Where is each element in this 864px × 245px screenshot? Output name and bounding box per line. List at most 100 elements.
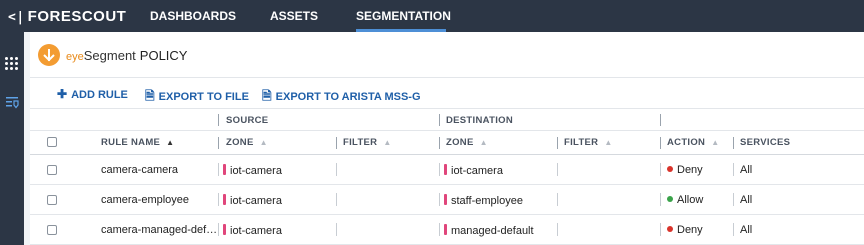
cell-separator — [439, 193, 440, 206]
segmentation-policy-icon[interactable] — [5, 95, 19, 109]
export-to-arista-button[interactable]: 🗎 EXPORT TO ARISTA MSS-G — [262, 87, 421, 108]
row-checkbox[interactable] — [47, 195, 57, 205]
source-zone-cell: iot-camera — [223, 164, 282, 177]
page-header: eyeSegment POLICY — [30, 32, 864, 78]
source-zone-cell: iot-camera — [223, 224, 282, 237]
plus-icon: ✚ — [57, 87, 68, 101]
cell-separator — [557, 163, 558, 176]
deny-status-dot — [667, 226, 673, 232]
action-cell: Deny — [667, 164, 703, 176]
cell-separator — [336, 223, 337, 236]
logo-text: FORESCOUT — [27, 8, 127, 25]
forescout-logo[interactable]: <| FORESCOUT — [8, 8, 126, 25]
sort-icon: ▲ — [383, 138, 392, 147]
sort-ascending-icon: ▲ — [166, 138, 175, 147]
apps-grid-icon[interactable] — [5, 57, 19, 71]
zone-color-marker — [223, 194, 226, 205]
cell-separator — [733, 163, 734, 176]
table-row[interactable]: camera-employee iot-camera staff-employe… — [30, 185, 864, 215]
destination-zone-header-label: ZONE — [446, 137, 474, 148]
row-checkbox[interactable] — [47, 225, 57, 235]
zone-color-marker — [444, 164, 447, 175]
column-separator — [336, 137, 337, 149]
services-cell: All — [740, 224, 753, 236]
row-checkbox[interactable] — [47, 165, 57, 175]
destination-filter-column-header[interactable]: FILTER ▲ — [564, 137, 613, 148]
select-all-checkbox[interactable] — [47, 137, 57, 147]
rule-name-cell: camera-camera — [101, 164, 179, 176]
cell-separator — [218, 193, 219, 206]
top-navigation-bar: <| FORESCOUT DASHBOARDS ASSETS SEGMENTATI… — [0, 0, 864, 32]
sort-icon: ▲ — [259, 138, 268, 147]
source-zone-value: iot-camera — [230, 165, 282, 177]
column-separator — [557, 137, 558, 149]
destination-filter-header-label: FILTER — [564, 137, 599, 148]
action-value: Deny — [677, 224, 703, 236]
column-separator — [660, 137, 661, 149]
action-header-label: ACTION — [667, 137, 706, 148]
column-header-row: RULE NAME ▲ ZONE ▲ FILTER ▲ ZONE ▲ FILTER ▲ A… — [30, 130, 864, 155]
zone-color-marker — [444, 224, 447, 235]
source-zone-value: iot-camera — [230, 225, 282, 237]
sort-icon: ▲ — [604, 138, 613, 147]
destination-zone-cell: iot-camera — [444, 164, 503, 177]
column-separator — [439, 137, 440, 149]
table-row[interactable]: camera-camera iot-camera iot-camera Deny… — [30, 155, 864, 185]
document-icon: 🗎 — [262, 89, 272, 103]
export-file-icon: 🗎 — [145, 89, 155, 103]
rule-name-cell: camera-employee — [101, 194, 190, 206]
page-title: eyeSegment POLICY — [66, 48, 187, 63]
cell-separator — [733, 223, 734, 236]
action-cell: Deny — [667, 224, 703, 236]
destination-zone-value: iot-camera — [451, 165, 503, 177]
sort-icon: ▲ — [479, 138, 488, 147]
column-separator — [733, 137, 734, 149]
destination-zone-column-header[interactable]: ZONE ▲ — [446, 137, 488, 148]
cell-separator — [336, 193, 337, 206]
nav-dashboards[interactable]: DASHBOARDS — [150, 0, 236, 32]
zone-color-marker — [223, 224, 226, 235]
source-zone-column-header[interactable]: ZONE ▲ — [226, 137, 268, 148]
export-arista-label: EXPORT TO ARISTA MSS-G — [275, 91, 421, 103]
source-zone-header-label: ZONE — [226, 137, 254, 148]
deny-status-dot — [667, 166, 673, 172]
toolbar: ✚ ADD RULE 🗎 EXPORT TO FILE 🗎 EXPORT TO ARI… — [30, 78, 864, 108]
cell-separator — [439, 223, 440, 236]
action-cell: Allow — [667, 194, 703, 206]
destination-zone-cell: managed-default — [444, 224, 534, 237]
cell-separator — [660, 193, 661, 206]
cell-separator — [218, 223, 219, 236]
export-to-file-button[interactable]: 🗎 EXPORT TO FILE — [145, 87, 249, 108]
brand-name: Segment — [83, 48, 136, 63]
nav-segmentation[interactable]: SEGMENTATION — [356, 0, 451, 32]
action-value: Allow — [677, 194, 704, 206]
zone-color-marker — [223, 164, 226, 175]
zone-color-marker — [444, 194, 447, 205]
destination-zone-cell: staff-employee — [444, 194, 523, 207]
destination-zone-value: managed-default — [451, 225, 534, 237]
cell-separator — [557, 193, 558, 206]
brand-prefix: eye — [66, 51, 84, 63]
sort-icon: ▲ — [711, 138, 720, 147]
destination-group-header: DESTINATION — [446, 115, 513, 126]
table-row[interactable]: camera-managed-def… iot-camera managed-d… — [30, 215, 864, 245]
action-column-header[interactable]: ACTION ▲ — [667, 137, 719, 148]
add-rule-button[interactable]: ✚ ADD RULE — [57, 87, 128, 101]
action-value: Deny — [677, 164, 703, 176]
logo-mark: <| — [8, 10, 25, 25]
rule-name-header-label: RULE NAME — [101, 137, 161, 148]
cell-separator — [218, 163, 219, 176]
nav-assets[interactable]: ASSETS — [266, 0, 322, 32]
main-content: eyeSegment POLICY ✚ ADD RULE 🗎 EXPORT TO FI… — [30, 32, 864, 245]
eyesegment-logo-icon — [38, 44, 60, 66]
services-column-header[interactable]: SERVICES — [740, 137, 790, 148]
cell-separator — [660, 163, 661, 176]
source-filter-column-header[interactable]: FILTER ▲ — [343, 137, 392, 148]
export-file-label: EXPORT TO FILE — [158, 91, 249, 103]
column-separator — [218, 137, 219, 149]
cell-separator — [660, 223, 661, 236]
rule-name-column-header[interactable]: RULE NAME ▲ — [101, 137, 174, 148]
column-separator — [439, 114, 440, 126]
cell-separator — [439, 163, 440, 176]
column-group-header: SOURCE DESTINATION — [30, 108, 864, 130]
